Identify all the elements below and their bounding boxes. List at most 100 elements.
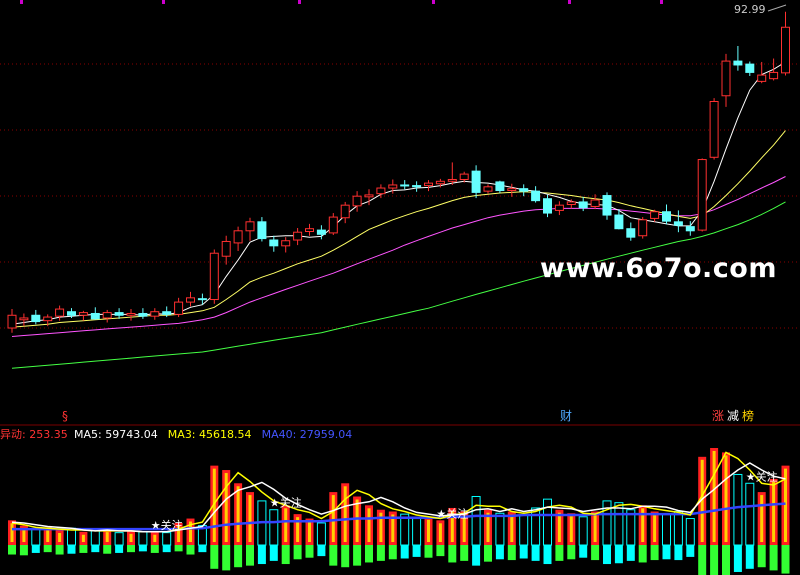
top-tick: [432, 0, 435, 4]
volume-bar-inner: [22, 528, 26, 542]
negative-bar: [329, 545, 338, 566]
volume-bar-down: [745, 482, 755, 546]
negative-bar: [269, 545, 278, 561]
volume-bar: [8, 520, 16, 555]
indicator-header: 异动: 253.35 MA5: 59743.04 MA3: 45618.54 MA40…: [0, 428, 352, 441]
volume-bar-down: [269, 509, 279, 546]
vol_ma5-line: [11, 462, 786, 533]
candle: [697, 158, 707, 232]
candle-body: [721, 60, 731, 97]
candle: [90, 307, 100, 320]
negative-bar: [234, 545, 243, 568]
volume-bar: [662, 513, 671, 560]
volume-bar-inner: [46, 530, 50, 542]
negative-bar: [567, 545, 576, 560]
volume-bar-inner: [593, 514, 597, 542]
volume-bar: [138, 531, 148, 552]
volume-bar-down: [685, 518, 695, 546]
volume-bar-inner: [10, 523, 14, 542]
candle: [531, 186, 541, 203]
candle-body: [138, 312, 148, 317]
volume-bar: [591, 511, 600, 561]
volume-bar-inner: [712, 451, 716, 542]
negative-bar: [341, 545, 350, 568]
header-item: MA5: 59743.04: [74, 428, 158, 441]
candle: [590, 194, 600, 210]
negative-bar: [257, 545, 266, 565]
volume-bar-down: [138, 531, 148, 546]
candle-body: [614, 214, 624, 230]
volume-bar-inner: [772, 481, 776, 542]
volume-bar-inner: [510, 514, 514, 542]
candle: [602, 192, 612, 220]
volume-bar-inner: [248, 495, 252, 542]
volume-annotation: ★关注: [151, 518, 183, 532]
candle: [650, 209, 660, 222]
candle: [316, 225, 326, 240]
candle-body: [578, 201, 588, 209]
volume-bar: [519, 514, 529, 559]
negative-bar: [662, 545, 671, 560]
volume-bar-inner: [331, 495, 335, 542]
negative-bar: [460, 545, 469, 561]
volume-bar: [353, 496, 362, 566]
negative-bar: [614, 545, 623, 564]
candle: [78, 310, 88, 321]
event-markers: § 财 涨减榜: [62, 408, 754, 423]
negative-bar: [484, 545, 492, 562]
volume-bar-inner: [557, 512, 561, 542]
candle: [685, 221, 695, 236]
candle-body: [769, 71, 779, 80]
negative-bar: [603, 545, 611, 565]
volume-bar-down: [578, 516, 588, 546]
event-marker: §: [62, 409, 68, 423]
candle-body: [376, 187, 386, 195]
event-marker: 涨: [712, 408, 724, 423]
volume-bar: [329, 492, 338, 566]
volume-bar-down: [31, 528, 41, 546]
candle: [769, 58, 779, 81]
volume-annotation: ★关注: [436, 506, 468, 520]
candle: [328, 213, 338, 236]
negative-bar: [222, 545, 231, 571]
top-tick: [162, 0, 165, 4]
candle-body: [364, 194, 374, 198]
candle: [352, 191, 362, 212]
candle: [495, 180, 505, 194]
negative-bar: [19, 545, 28, 556]
candle-body: [471, 170, 481, 193]
candle-body: [102, 312, 112, 319]
volume-bar-inner: [355, 499, 359, 542]
candle: [150, 308, 160, 320]
candle: [19, 313, 29, 327]
candle-body: [245, 221, 255, 232]
volume-bar: [67, 527, 76, 554]
volume-bar: [150, 531, 159, 553]
candle-body: [673, 221, 683, 226]
candle-body: [7, 314, 17, 329]
negative-bar: [650, 545, 659, 561]
ma5-line: [11, 61, 786, 325]
volume-bar-inner: [284, 508, 288, 542]
candle-body: [638, 219, 648, 237]
volume-bar: [341, 483, 350, 568]
volume-bar-down: [114, 532, 124, 546]
volume-bar: [769, 478, 778, 571]
negative-bar: [150, 545, 159, 553]
volume-bar-inner: [224, 473, 228, 542]
negative-bar: [115, 545, 124, 553]
negative-bar: [281, 545, 290, 565]
volume-bar: [781, 465, 790, 574]
candle-body: [590, 199, 600, 207]
candle: [424, 180, 433, 192]
negative-bar: [246, 545, 254, 566]
candle-body: [507, 188, 517, 192]
negative-bar: [424, 545, 433, 558]
negative-bar: [495, 545, 504, 560]
negative-bar: [55, 545, 64, 555]
volume-bar-inner: [438, 523, 442, 542]
event-marker: 财: [560, 409, 572, 423]
candle: [400, 180, 410, 190]
candle-body: [388, 184, 398, 189]
negative-bar: [210, 545, 219, 569]
